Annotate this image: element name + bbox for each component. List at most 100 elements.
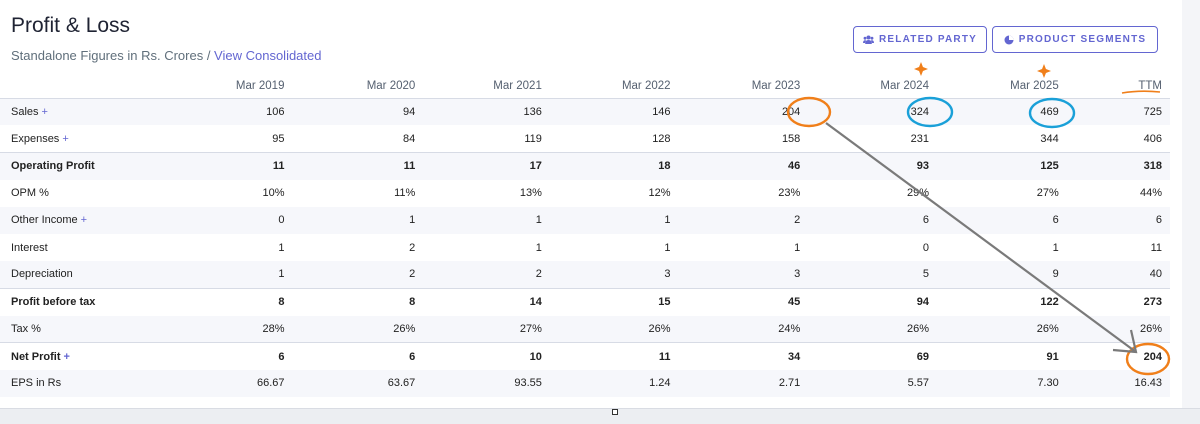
column-header: Mar 2022 (549, 72, 679, 99)
table-cell: 16.43 (1066, 369, 1170, 398)
related-party-button[interactable]: RELATED PARTY (853, 26, 987, 53)
row-label-text: Depreciation (11, 268, 73, 281)
table-cell: 91 (936, 342, 1067, 370)
table-cell: 27% (423, 315, 550, 343)
table-cell: 29% (906, 187, 929, 200)
table-cell: 24% (678, 315, 809, 343)
table-cell: 6 (159, 342, 293, 370)
table-cell: 469 (936, 98, 1067, 126)
row-label-text: Tax % (11, 322, 41, 335)
table-cell: 2 (409, 241, 416, 254)
resize-handle[interactable] (612, 409, 618, 415)
table-cell: 136 (423, 98, 550, 126)
table-cell: 11 (549, 342, 679, 370)
row-label[interactable]: Sales + (0, 98, 160, 126)
table-cell: 6 (936, 206, 1067, 234)
subtitle: Standalone Figures in Rs. Crores / View … (11, 48, 322, 63)
table-cell: 26% (936, 315, 1067, 343)
row-label-text: Expenses (11, 132, 60, 145)
table-cell: 1 (423, 206, 550, 234)
row-label: Profit before tax (0, 287, 160, 316)
row-label: Depreciation (0, 261, 160, 289)
table-cell: 26% (808, 315, 937, 343)
table-cell: 23% (778, 187, 801, 200)
table-cell: 93 (808, 151, 937, 180)
product-segments-button[interactable]: PRODUCT SEGMENTS (992, 26, 1158, 53)
table-cell: 119 (524, 132, 542, 145)
column-header: Mar 2023 (678, 72, 809, 99)
row-label-text: Profit before tax (11, 296, 96, 309)
table-cell: 8 (159, 287, 293, 316)
table-cell: 5 (808, 261, 937, 289)
expand-plus-icon[interactable]: + (62, 133, 68, 145)
table-cell: 46 (678, 151, 809, 180)
table-cell: 34 (678, 342, 809, 370)
table-cell: 94 (292, 98, 424, 126)
row-label[interactable]: Other Income + (0, 206, 160, 234)
label-column-header (0, 72, 160, 99)
table-cell: 13% (519, 187, 542, 200)
row-label[interactable]: Expenses + (0, 125, 160, 152)
column-header: Mar 2020 (292, 72, 424, 99)
table-row: EPS in Rs 66.67 63.67 93.55 1.24 2.71 5.57 7.30… (0, 369, 1170, 398)
table-cell: 11 (159, 151, 293, 180)
table-cell: 10 (423, 342, 550, 370)
column-header: Mar 2019 (159, 72, 293, 99)
table-cell: 45 (678, 287, 809, 316)
table-cell: 128 (652, 132, 671, 145)
table-cell: 10% (262, 187, 285, 200)
table-cell: 8 (292, 287, 424, 316)
table-cell: 15 (549, 287, 679, 316)
column-header: Mar 2021 (423, 72, 550, 99)
pie-chart-icon (1004, 35, 1014, 44)
table-cell: 84 (403, 132, 416, 145)
expand-plus-icon[interactable]: + (64, 351, 70, 363)
table-cell: 26% (292, 315, 424, 343)
profit-loss-table: Mar 2019 Mar 2020 Mar 2021 Mar 2022 Mar … (0, 72, 1170, 398)
table-cell: 27% (1036, 187, 1059, 200)
row-label-text: Interest (11, 241, 48, 254)
table-row: Sales +106 94 136 146 204 324 469 725 (0, 98, 1170, 126)
table-cell: 1 (278, 241, 285, 254)
table-cell: 44% (1139, 187, 1162, 200)
table-cell: 324 (808, 98, 937, 126)
table-cell: 11 (1150, 241, 1162, 254)
table-cell: 28% (159, 315, 293, 343)
row-label-text: Other Income (11, 214, 78, 227)
view-consolidated-link[interactable]: View Consolidated (214, 48, 321, 63)
table-cell: 122 (936, 287, 1067, 316)
column-header: TTM (1066, 72, 1170, 99)
table-cell: 7.30 (936, 369, 1067, 398)
table-row: Tax % 28% 26% 27% 26% 24% 26% 26% 26% (0, 315, 1170, 343)
table-cell: 204 (1066, 342, 1170, 370)
row-label[interactable]: Net Profit + (0, 342, 160, 370)
table-cell: 158 (781, 132, 801, 145)
row-label: OPM % (0, 180, 160, 207)
expand-plus-icon[interactable]: + (81, 214, 87, 226)
table-cell: 12% (648, 187, 671, 200)
table-cell: 3 (678, 261, 809, 289)
table-row: Other Income +0 1 1 1 2 6 6 6 (0, 206, 1170, 234)
bottom-bar (0, 408, 1200, 424)
table-row: Interest 1 2 1 1 1 0 1 11 (0, 234, 1170, 261)
expand-plus-icon[interactable]: + (42, 106, 48, 118)
table-cell: 26% (1066, 315, 1170, 343)
table-cell: 1 (549, 206, 679, 234)
row-label: Tax % (0, 315, 160, 343)
table-row: Net Profit +6 6 10 11 34 69 91 204 (0, 342, 1170, 370)
row-label-text: Net Profit (11, 350, 61, 363)
scroll-gutter (1182, 0, 1200, 408)
column-header: Mar 2024 (808, 72, 937, 99)
table-cell: 69 (808, 342, 937, 370)
table-cell: 0 (922, 241, 929, 254)
table-cell: 11 (292, 151, 424, 180)
table-cell: 2.71 (678, 369, 809, 398)
table-cell: 406 (1143, 132, 1162, 145)
table-cell: 1 (159, 261, 293, 289)
users-icon (862, 35, 874, 44)
table-cell: 18 (549, 151, 679, 180)
table-cell: 146 (549, 98, 679, 126)
page-title: Profit & Loss (11, 14, 131, 37)
related-party-label: RELATED PARTY (878, 34, 977, 45)
table-cell: 1 (535, 241, 542, 254)
